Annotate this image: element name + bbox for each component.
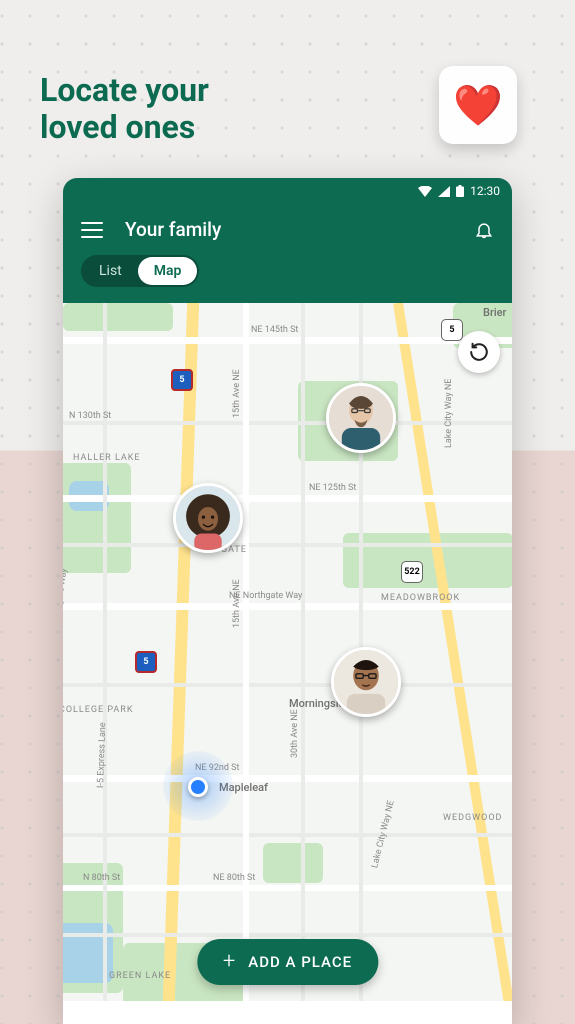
street-label: 15th Ave NE <box>232 369 242 418</box>
family-member-dad[interactable] <box>326 383 396 453</box>
street-label: 15th Ave NE <box>232 579 242 628</box>
refresh-button[interactable] <box>458 331 500 373</box>
add-place-label: ADD A PLACE <box>248 953 352 971</box>
place-label: WEDGWOOD <box>443 813 502 823</box>
street-label: 30th Ave NE <box>290 709 300 758</box>
street-label: NE 125th St <box>309 483 356 493</box>
place-label: GREEN LAKE <box>109 971 171 981</box>
heart-tile: ❤️ <box>439 66 517 144</box>
tab-list[interactable]: List <box>83 257 138 285</box>
interstate-shield: 5 <box>135 651 157 673</box>
wifi-icon <box>418 186 432 197</box>
street-label: N 130th St <box>69 411 111 421</box>
view-toggle: List Map <box>81 255 199 287</box>
headline-line2: loved ones <box>40 108 195 146</box>
place-label: Brier <box>483 306 506 319</box>
place-label: HALLER LAKE <box>73 453 141 463</box>
map-background: NE 145th St N 130th St NE 125th St NE No… <box>63 303 512 1001</box>
street-label: Lake City Way NE <box>444 379 454 448</box>
tab-map[interactable]: Map <box>138 257 198 285</box>
street-label: NE 145th St <box>251 325 298 335</box>
family-member-son[interactable] <box>331 647 401 717</box>
map-view[interactable]: NE 145th St N 130th St NE 125th St NE No… <box>63 303 512 1001</box>
street-label: N 80th St <box>83 873 120 883</box>
signal-icon <box>438 186 450 197</box>
battery-icon <box>456 185 464 197</box>
your-location-dot[interactable] <box>188 777 208 797</box>
family-member-daughter[interactable] <box>173 483 243 553</box>
page-title: Your family <box>125 218 452 241</box>
app-bar: Your family List Map <box>63 204 512 303</box>
route-shield: 5 <box>441 319 463 341</box>
interstate-shield: 5 <box>171 369 193 391</box>
heart-icon: ❤️ <box>453 82 503 129</box>
place-label: MEADOWBROOK <box>381 593 460 603</box>
add-place-button[interactable]: + ADD A PLACE <box>197 939 378 985</box>
place-label: COLLEGE PARK <box>63 705 133 715</box>
status-bar: 12:30 <box>63 178 512 204</box>
refresh-icon <box>468 341 490 363</box>
promo-headline: Locate your loved ones <box>40 72 209 146</box>
headline-line1: Locate your <box>40 71 209 109</box>
menu-icon[interactable] <box>81 222 103 238</box>
route-shield: 522 <box>401 561 423 583</box>
street-label: NE 80th St <box>213 873 255 883</box>
status-time: 12:30 <box>470 184 500 198</box>
phone-frame: 12:30 Your family List Map <box>63 178 512 1024</box>
notifications-icon[interactable] <box>474 220 494 240</box>
